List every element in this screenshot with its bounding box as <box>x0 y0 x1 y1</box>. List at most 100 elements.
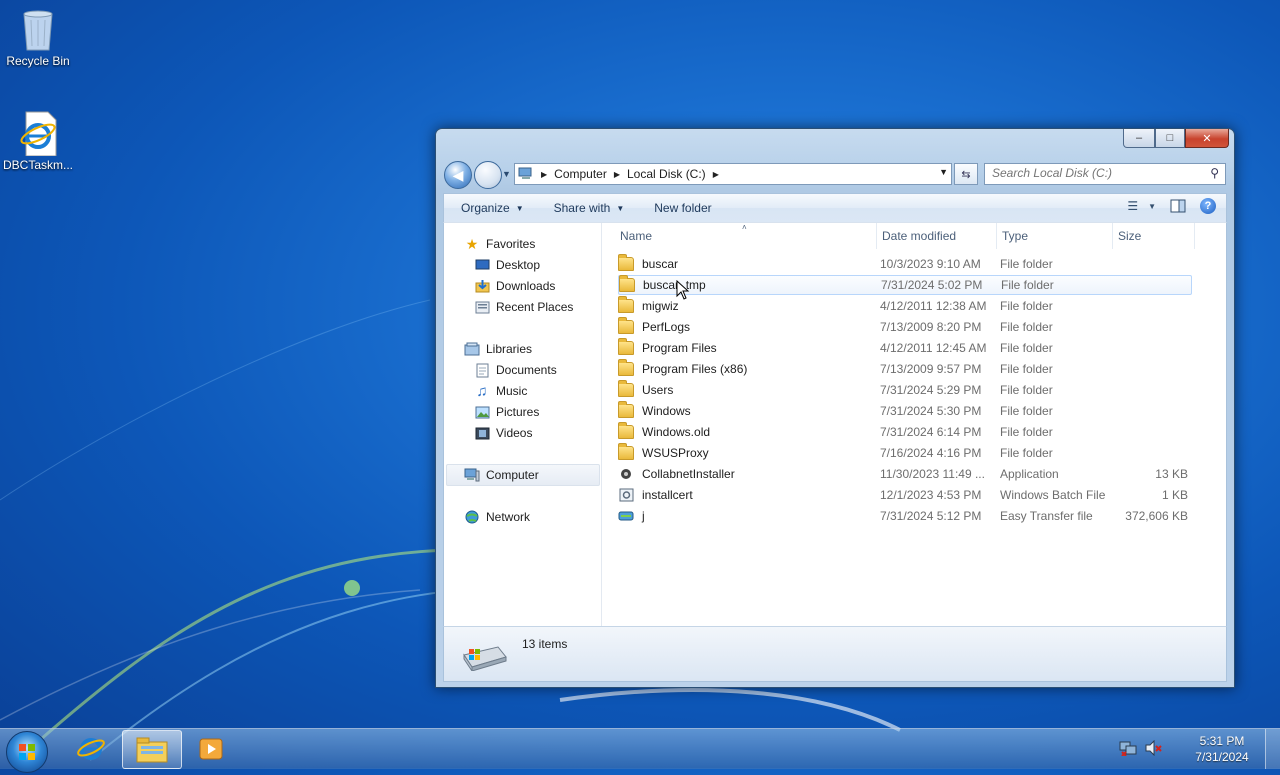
breadcrumb-separator[interactable]: ▶ <box>610 170 624 179</box>
file-row[interactable]: installcert 12/1/2023 4:53 PM Windows Batc… <box>618 485 1190 505</box>
start-button[interactable] <box>6 731 48 773</box>
forward-button[interactable] <box>474 161 502 189</box>
downloads-icon <box>474 278 490 294</box>
refresh-icon: ⇆ <box>961 168 971 181</box>
nav-item-desktop[interactable]: Desktop <box>474 255 540 275</box>
file-name: Users <box>642 383 674 397</box>
file-row[interactable]: Windows 7/31/2024 5:30 PM File folder <box>618 401 1190 421</box>
column-header-name[interactable]: Name <box>602 223 877 249</box>
taskbar-windows-explorer[interactable] <box>122 730 182 769</box>
taskbar-clock[interactable]: 5:31 PM 7/31/2024 <box>1179 733 1265 765</box>
libraries-icon <box>464 341 480 357</box>
share-with-menu[interactable]: Share with ▼ <box>536 201 637 215</box>
column-header-type[interactable]: Type <box>996 223 1113 249</box>
file-date: 7/31/2024 6:14 PM <box>880 425 982 439</box>
nav-item-pictures[interactable]: Pictures <box>474 402 539 422</box>
nav-favorites[interactable]: ★ Favorites <box>464 234 536 254</box>
command-bar-right: ☰ ▼ ? <box>1127 198 1216 214</box>
file-date: 7/31/2024 5:29 PM <box>880 383 982 397</box>
nav-libraries-label: Libraries <box>486 342 533 356</box>
file-row[interactable]: PerfLogs 7/13/2009 8:20 PM File folder <box>618 317 1190 337</box>
internet-explorer-icon <box>77 737 105 760</box>
file-name: Program Files <box>642 341 717 355</box>
file-date: 7/31/2024 5:30 PM <box>880 404 982 418</box>
file-row[interactable]: WSUSProxy 7/16/2024 4:16 PM File folder <box>618 443 1190 463</box>
nav-item-music[interactable]: ♫ Music <box>474 381 527 401</box>
file-row[interactable]: Program Files 4/12/2011 12:45 AM File fold… <box>618 338 1190 358</box>
minimize-button[interactable]: – <box>1123 129 1155 148</box>
column-header-size[interactable]: Size <box>1112 223 1195 249</box>
file-name-cell: installcert <box>618 487 693 503</box>
network-status-icon[interactable] <box>1119 740 1137 759</box>
folder-icon <box>619 275 635 292</box>
address-dropdown-icon[interactable]: ▼ <box>939 167 948 177</box>
nav-item-label: Downloads <box>496 279 556 293</box>
column-header-date-modified[interactable]: Date modified <box>876 223 997 249</box>
nav-item-downloads[interactable]: Downloads <box>474 276 555 296</box>
file-row[interactable]: Program Files (x86) 7/13/2009 9:57 PM File… <box>618 359 1190 379</box>
file-row[interactable]: Windows.old 7/31/2024 6:14 PM File folder <box>618 422 1190 442</box>
folder-icon <box>618 317 634 334</box>
file-row[interactable]: buscar 10/3/2023 9:10 AM File folder <box>618 254 1190 274</box>
details-pane: 13 items <box>443 626 1227 682</box>
breadcrumb-separator[interactable]: ▶ <box>709 170 723 179</box>
file-size: 372,606 KB <box>1125 509 1188 523</box>
close-button[interactable]: ✕ <box>1185 129 1229 148</box>
file-row[interactable]: migwiz 4/12/2011 12:38 AM File folder <box>618 296 1190 316</box>
file-size: 13 KB <box>1155 467 1188 481</box>
search-icon[interactable]: ⚲ <box>1210 166 1219 180</box>
folder-icon <box>618 359 634 376</box>
nav-item-documents[interactable]: Documents <box>474 360 557 380</box>
file-date: 7/31/2024 5:12 PM <box>880 509 982 523</box>
file-type: File folder <box>1000 257 1053 271</box>
nav-computer[interactable]: Computer <box>464 465 539 485</box>
breadcrumb-local-disk[interactable]: Local Disk (C:) <box>624 167 709 181</box>
desktop-icon-recycle-bin[interactable]: Recycle Bin <box>0 6 76 68</box>
command-bar: Organize ▼ Share with ▼ New folder ☰ ▼ ? <box>443 193 1227 222</box>
star-icon: ★ <box>465 235 479 252</box>
nav-network[interactable]: Network <box>464 507 530 527</box>
breadcrumb-separator[interactable]: ▶ <box>537 170 551 179</box>
taskbar-internet-explorer[interactable] <box>62 730 120 767</box>
taskbar-media-player[interactable] <box>182 730 240 767</box>
desktop-icon-label: Recycle Bin <box>6 54 70 68</box>
network-globe-icon <box>464 509 480 525</box>
file-row[interactable]: buscar_tmp 7/31/2024 5:02 PM File folder <box>618 275 1192 295</box>
refresh-button[interactable]: ⇆ <box>954 163 978 185</box>
file-row[interactable]: Users 7/31/2024 5:29 PM File folder <box>618 380 1190 400</box>
recent-pages-dropdown[interactable]: ▼ <box>502 169 511 179</box>
batch-file-icon <box>619 488 633 502</box>
pictures-icon <box>474 404 490 420</box>
file-name-cell: j <box>618 508 645 524</box>
file-name-cell: PerfLogs <box>618 317 690 335</box>
file-row[interactable]: CollabnetInstaller 11/30/2023 11:49 ... Ap… <box>618 464 1190 484</box>
nav-item-videos[interactable]: Videos <box>474 423 532 443</box>
back-button[interactable]: ◀ <box>444 161 472 189</box>
organize-menu[interactable]: Organize ▼ <box>444 201 536 215</box>
file-type: File folder <box>1000 320 1053 334</box>
volume-muted-icon[interactable] <box>1145 739 1163 759</box>
breadcrumb-computer[interactable]: Computer <box>551 167 610 181</box>
preview-pane-button[interactable] <box>1170 199 1186 213</box>
help-button[interactable]: ? <box>1200 198 1216 214</box>
desktop-icon-dbctaskm[interactable]: DBCTaskm... <box>0 110 76 172</box>
navigation-bar: ◀ ▼ ▶ Computer ▶ Local Disk (C:) ▶ ▼ ⇆ ⚲ <box>444 161 1226 189</box>
address-bar[interactable]: ▶ Computer ▶ Local Disk (C:) ▶ ▼ <box>514 163 952 185</box>
nav-libraries[interactable]: Libraries <box>464 339 532 359</box>
new-folder-button[interactable]: New folder <box>636 201 723 215</box>
file-name: Program Files (x86) <box>642 362 748 376</box>
share-with-label: Share with <box>553 201 611 215</box>
view-options-button[interactable]: ☰ ▼ <box>1127 199 1156 213</box>
file-row[interactable]: j 7/31/2024 5:12 PM Easy Transfer file 372,… <box>618 506 1190 526</box>
arrow-left-icon: ◀ <box>452 166 464 183</box>
documents-icon <box>474 362 490 378</box>
nav-item-recent-places[interactable]: Recent Places <box>474 297 573 317</box>
file-type: File folder <box>1000 362 1053 376</box>
navigation-pane: ★ Favorites Desktop Downloads Recent Pla… <box>444 223 602 627</box>
nav-favorites-label: Favorites <box>486 237 536 251</box>
preview-pane-icon <box>1170 199 1186 213</box>
maximize-button[interactable]: □ <box>1155 129 1185 148</box>
search-input[interactable] <box>985 164 1202 182</box>
show-desktop-button[interactable] <box>1265 729 1280 769</box>
details-view-icon: ☰ <box>1127 199 1139 213</box>
